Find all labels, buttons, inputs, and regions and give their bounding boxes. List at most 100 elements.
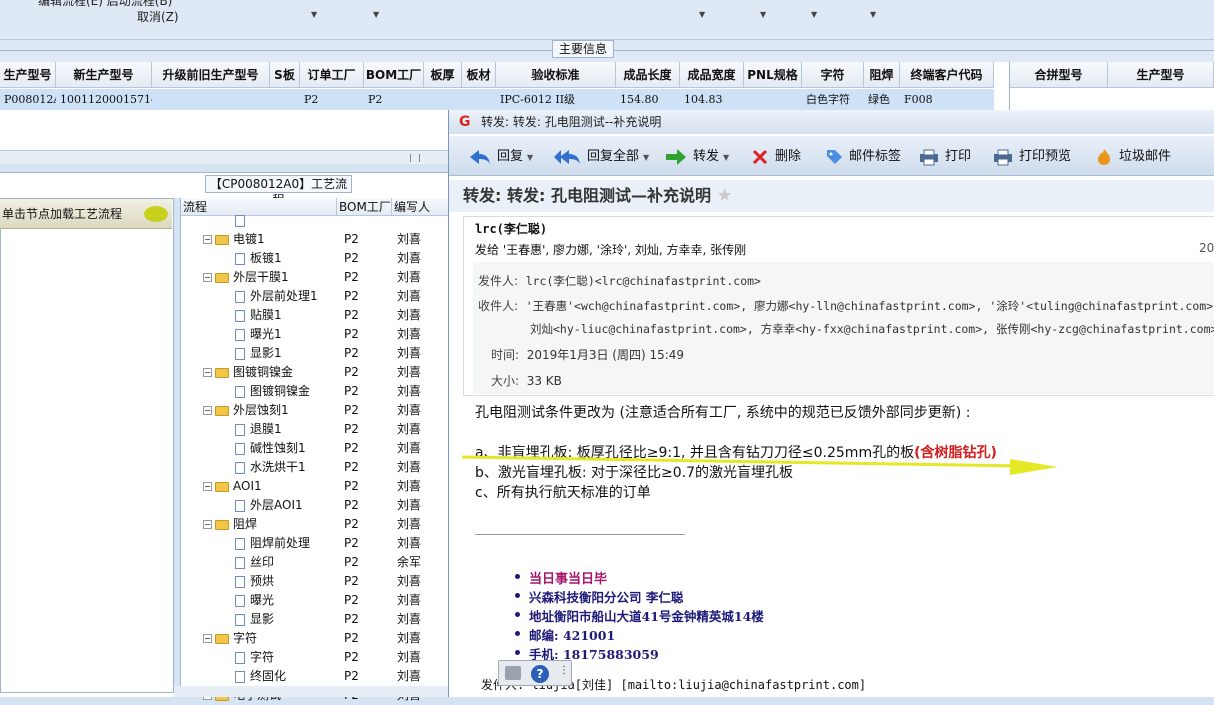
grid-header-cell[interactable]: 板材: [462, 62, 496, 88]
tree-row[interactable]: 水洗烘干1 P2 刘喜: [181, 458, 449, 477]
tree-row[interactable]: 显影 P2 刘喜: [181, 610, 449, 629]
to-line-2[interactable]: 刘灿<hy-liuc@chinafastprint.com>, 方幸幸<hy-f…: [530, 322, 1214, 336]
grid-header-cell[interactable]: PNL规格: [744, 62, 802, 88]
print-button[interactable]: 打印: [919, 147, 971, 167]
collapse-icon[interactable]: −: [203, 520, 212, 529]
chevron-down-icon[interactable]: ▼: [760, 10, 766, 19]
grid-cell[interactable]: P008012A0: [0, 89, 56, 110]
tree-row[interactable]: 碱性蚀刻1 P2 刘喜: [181, 439, 449, 458]
grid-cell[interactable]: 104.83: [680, 89, 744, 110]
grid-header-cell[interactable]: BOM工厂: [364, 62, 424, 88]
tree-row[interactable]: 外层AOI1 P2 刘喜: [181, 496, 449, 515]
tree-row[interactable]: 阻焊前处理 P2 刘喜: [181, 534, 449, 553]
tree-row[interactable]: 预烘 P2 刘喜: [181, 572, 449, 591]
print-preview-button[interactable]: 打印预览: [993, 147, 1071, 167]
tree-row[interactable]: 图镀铜镍金 P2 刘喜: [181, 382, 449, 401]
grid-cell[interactable]: IPC-6012 II级: [496, 89, 616, 110]
document-icon: [235, 575, 245, 588]
author-cell: 刘喜: [397, 346, 422, 360]
tree-row[interactable]: 丝印 P2 余军: [181, 553, 449, 572]
tree-row[interactable]: 退膜1 P2 刘喜: [181, 420, 449, 439]
tree-row[interactable]: 显影1 P2 刘喜: [181, 344, 449, 363]
tree-row[interactable]: [181, 211, 449, 230]
grid-header-cell[interactable]: 阻焊: [864, 62, 900, 88]
chevron-down-icon[interactable]: ▼: [311, 10, 317, 19]
tree-node-label: 水洗烘干1: [250, 460, 306, 474]
grid-header-cell[interactable]: 板厚: [424, 62, 462, 88]
grid-header-cell[interactable]: 升级前旧生产型号: [152, 62, 270, 88]
grid-cell[interactable]: 绿色: [864, 89, 900, 110]
help-icon[interactable]: ?: [531, 665, 549, 683]
tree-row[interactable]: − AOI1 P2 刘喜: [181, 477, 449, 496]
collapse-icon[interactable]: −: [203, 235, 212, 244]
document-icon: [235, 347, 245, 360]
grid-cell[interactable]: F008: [900, 89, 994, 110]
table-row[interactable]: P008012A010011200015714P2P2IPC-6012 II级1…: [0, 89, 994, 110]
star-icon[interactable]: ★: [717, 185, 733, 206]
collapse-icon[interactable]: −: [203, 634, 212, 643]
grid-cell[interactable]: 白色字符: [802, 89, 864, 110]
grid-header-cell[interactable]: 新生产型号: [56, 62, 152, 88]
grid-cell[interactable]: 154.80: [616, 89, 680, 110]
tree-row[interactable]: 字符 P2 刘喜: [181, 648, 449, 667]
grid-header-cell[interactable]: 成品长度: [616, 62, 680, 88]
tree-row[interactable]: − 外层干膜1 P2 刘喜: [181, 268, 449, 287]
grid-header-cell[interactable]: S板: [270, 62, 300, 88]
tree-row[interactable]: 板镀1 P2 刘喜: [181, 249, 449, 268]
tree-row[interactable]: 外层前处理1 P2 刘喜: [181, 287, 449, 306]
tree-row[interactable]: 贴膜1 P2 刘喜: [181, 306, 449, 325]
tree-row[interactable]: 曝光1 P2 刘喜: [181, 325, 449, 344]
cancel-button[interactable]: 取消(Z): [137, 8, 179, 25]
grid-horizontal-scrollbar[interactable]: [0, 150, 448, 164]
tree-row[interactable]: − 图镀铜镍金 P2 刘喜: [181, 363, 449, 382]
chevron-down-icon[interactable]: ▼: [373, 10, 379, 19]
tree-row[interactable]: − 阻焊 P2 刘喜: [181, 515, 449, 534]
chevron-down-icon[interactable]: ▼: [699, 10, 705, 19]
tree-row[interactable]: − 电镀1 P2 刘喜: [181, 230, 449, 249]
merge-model-header[interactable]: 合拼型号: [1010, 62, 1108, 88]
grid-cell[interactable]: P2: [300, 89, 364, 110]
grid-cell[interactable]: [424, 89, 462, 110]
collapse-icon[interactable]: −: [203, 406, 212, 415]
from-value[interactable]: lrc(李仁聪)<lrc@chinafastprint.com>: [526, 274, 761, 288]
delete-icon: [752, 149, 768, 164]
document-icon: [235, 290, 245, 303]
author-cell: 刘喜: [397, 498, 422, 512]
reply-all-button[interactable]: 回复全部 ▼: [553, 147, 649, 167]
author-cell: 刘喜: [397, 289, 422, 303]
more-icon[interactable]: ⋮: [559, 665, 569, 676]
tree-row[interactable]: 终固化 P2 刘喜: [181, 667, 449, 686]
junk-mail-button[interactable]: 垃圾邮件: [1095, 147, 1171, 167]
sender-name[interactable]: lrc(李仁聪): [475, 220, 547, 237]
grid-header-cell[interactable]: 订单工厂: [300, 62, 364, 88]
grid-header-cell[interactable]: 生产型号: [0, 62, 56, 88]
keyboard-icon[interactable]: [505, 666, 521, 680]
grid-cell[interactable]: [462, 89, 496, 110]
grid-cell[interactable]: [744, 89, 802, 110]
to-line-1[interactable]: '王春惠'<wch@chinafastprint.com>, 廖力娜<hy-ll…: [526, 299, 1213, 313]
tree-row[interactable]: − 字符 P2 刘喜: [181, 629, 449, 648]
author-cell: 刘喜: [397, 460, 422, 474]
grid-cell[interactable]: 10011200015714: [56, 89, 152, 110]
tree-scrollbar[interactable]: [174, 686, 448, 697]
tree-row[interactable]: − 外层蚀刻1 P2 刘喜: [181, 401, 449, 420]
collapse-icon[interactable]: −: [203, 482, 212, 491]
collapse-icon[interactable]: −: [203, 273, 212, 282]
tag-button[interactable]: 邮件标签: [825, 147, 901, 167]
grid-header-cell[interactable]: 终端客户代码: [900, 62, 994, 88]
forward-button[interactable]: 转发 ▼: [665, 147, 729, 167]
production-model-header[interactable]: 生产型号: [1108, 62, 1214, 88]
reply-button[interactable]: 回复 ▼: [469, 147, 533, 167]
grid-header-cell[interactable]: 成品宽度: [680, 62, 744, 88]
tree-row[interactable]: 曝光 P2 刘喜: [181, 591, 449, 610]
chevron-down-icon[interactable]: ▼: [811, 10, 817, 19]
collapse-icon[interactable]: −: [203, 368, 212, 377]
grid-header-cell[interactable]: 字符: [802, 62, 864, 88]
chevron-down-icon[interactable]: ▼: [870, 10, 876, 19]
top-menu-strip: 编辑流程(E) 启动流程(B) 取消(Z) ▼ ▼ ▼ ▼ ▼ ▼: [0, 0, 1214, 40]
grid-cell[interactable]: [270, 89, 300, 110]
grid-header-cell[interactable]: 验收标准: [496, 62, 616, 88]
grid-cell[interactable]: P2: [364, 89, 424, 110]
delete-button[interactable]: 删除: [751, 147, 801, 167]
grid-cell[interactable]: [152, 89, 270, 110]
